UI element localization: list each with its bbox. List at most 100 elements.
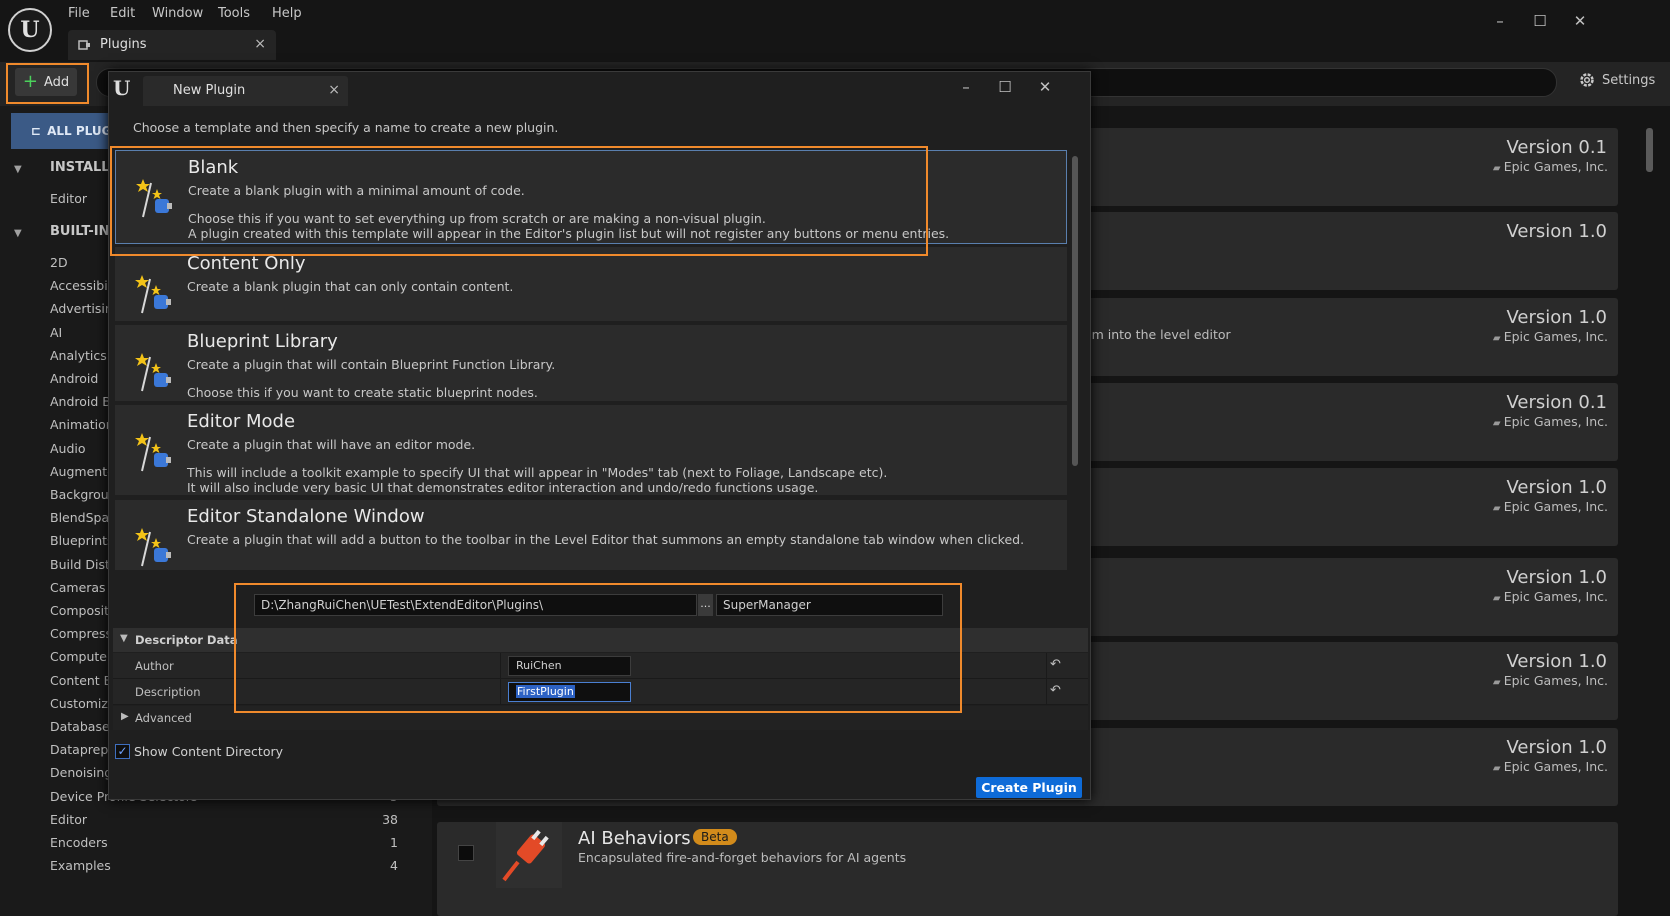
enable-checkbox[interactable] xyxy=(458,845,474,861)
sidebar-item[interactable]: Database xyxy=(50,719,110,734)
all-plugins-label: ALL PLUG xyxy=(47,124,112,138)
add-highlight-box xyxy=(6,63,89,104)
plugin-icon-box xyxy=(496,822,562,888)
template-description-line xyxy=(187,452,887,465)
plugin-version: Version 1.0 xyxy=(1506,651,1607,672)
sidebar-item[interactable]: Customiza xyxy=(50,696,116,711)
plugin-vendor: Epic Games, Inc. xyxy=(1440,759,1608,774)
menu-help[interactable]: Help xyxy=(272,6,302,21)
menu-window[interactable]: Window xyxy=(152,6,203,21)
plug-icon: ⊏ xyxy=(31,124,42,138)
plugin-description: Encapsulated fire-and-forget behaviors f… xyxy=(578,850,907,865)
reset-to-default-icon[interactable]: ↶ xyxy=(1050,657,1068,672)
plug-icon xyxy=(78,40,90,50)
sidebar-item[interactable]: Build Distr xyxy=(50,557,115,572)
menu-tools[interactable]: Tools xyxy=(218,6,250,21)
show-content-directory-checkbox[interactable]: ✓ xyxy=(115,744,130,759)
author-label: Author xyxy=(135,659,174,673)
plugin-vendor: Epic Games, Inc. xyxy=(1440,589,1608,604)
blank-highlight-box xyxy=(110,146,928,256)
tab-new-plugin[interactable]: New Plugin × xyxy=(143,76,348,106)
plugin-wand-icon xyxy=(135,275,171,314)
close-tab-icon[interactable]: × xyxy=(328,82,340,98)
close-tab-icon[interactable]: × xyxy=(254,36,266,52)
sidebar-item[interactable]: Dataprep xyxy=(50,742,108,757)
sidebar-item-count: 4 xyxy=(390,858,398,874)
template-title: Editor Mode xyxy=(187,411,296,432)
template-description-line: Create a plugin that will contain Bluepr… xyxy=(187,357,556,372)
collapse-arrow-icon[interactable]: ▼ xyxy=(14,228,22,239)
tab-plugins[interactable]: Plugins × xyxy=(68,30,276,60)
plug-icon xyxy=(502,829,549,882)
sidebar-item[interactable]: Denoising xyxy=(50,765,112,780)
sidebar-item[interactable]: Computer xyxy=(50,649,112,664)
template-description-line: Create a plugin that will add a button t… xyxy=(187,532,1025,547)
template-blueprint-library[interactable]: Blueprint Library Create a plugin that wi… xyxy=(115,325,1067,401)
description-label: Description xyxy=(135,685,201,699)
sidebar-item[interactable]: Android xyxy=(50,371,98,386)
sidebar-item[interactable]: Blueprints xyxy=(50,533,114,548)
dialog-close-button[interactable]: ✕ xyxy=(1031,76,1059,98)
plugin-vendor: Epic Games, Inc. xyxy=(1440,329,1608,344)
sidebar-item[interactable]: Compress xyxy=(50,626,112,641)
sidebar-item[interactable]: AI xyxy=(50,325,62,340)
sidebar-item[interactable]: Advertisin xyxy=(50,301,113,316)
template-description-line: It will also include very basic UI that … xyxy=(187,480,819,495)
sidebar-item[interactable]: Editor xyxy=(50,812,87,827)
sidebar-item-count: 38 xyxy=(382,811,398,827)
plugin-list-scrollbar[interactable] xyxy=(1646,128,1653,172)
sidebar-item[interactable]: Audio xyxy=(50,441,86,456)
plugin-version: Version 1.0 xyxy=(1506,307,1607,328)
sidebar-item[interactable]: Animation xyxy=(50,417,114,432)
plugin-wand-icon xyxy=(135,353,171,392)
template-editor-mode[interactable]: Editor Mode Create a plugin that will hav… xyxy=(115,405,1067,495)
sidebar-item-editor-installed[interactable]: Editor xyxy=(50,191,87,206)
plugin-vendor: Epic Games, Inc. xyxy=(1440,673,1608,688)
tab-label: Plugins xyxy=(100,37,147,52)
template-scrollbar[interactable] xyxy=(1072,156,1078,466)
template-description-line: Choose this if you want to create static… xyxy=(187,385,538,400)
sidebar-item[interactable]: Cameras xyxy=(50,580,106,595)
path-highlight-box xyxy=(234,583,962,713)
close-window-button[interactable]: ✕ xyxy=(1566,10,1594,32)
gear-icon xyxy=(1580,73,1594,87)
section-built-in[interactable]: BUILT-IN xyxy=(50,224,110,239)
dialog-intro-text: Choose a template and then specify a nam… xyxy=(133,120,559,135)
minimize-button[interactable]: – xyxy=(1486,10,1514,32)
sidebar-item[interactable]: Analytics xyxy=(50,348,107,363)
dialog-maximize-button[interactable]: ☐ xyxy=(991,76,1019,98)
maximize-button[interactable]: ☐ xyxy=(1526,10,1554,32)
menu-file[interactable]: File xyxy=(68,6,90,21)
template-title: Editor Standalone Window xyxy=(187,506,425,527)
plugin-wand-icon xyxy=(135,433,171,472)
template-content-only[interactable]: Content Only Create a blank plugin that c… xyxy=(115,247,1067,321)
sidebar-item[interactable]: BlendSpac xyxy=(50,510,116,525)
sidebar-item[interactable]: Augmente xyxy=(50,464,115,479)
template-editor-standalone-window[interactable]: Editor Standalone Window Create a plugin … xyxy=(115,500,1067,570)
template-description-line xyxy=(187,372,555,385)
dialog-minimize-button[interactable]: – xyxy=(952,76,980,98)
plugin-version: Version 0.1 xyxy=(1506,392,1607,413)
descriptor-data-label: Descriptor Data xyxy=(135,633,238,647)
plugin-version: Version 1.0 xyxy=(1506,567,1607,588)
sidebar-item[interactable]: Backgrour xyxy=(50,487,114,502)
menu-edit[interactable]: Edit xyxy=(110,6,135,21)
reset-to-default-icon[interactable]: ↶ xyxy=(1050,683,1068,698)
template-description-line: Create a plugin that will have an editor… xyxy=(187,437,476,452)
plugin-version: Version 1.0 xyxy=(1506,477,1607,498)
plugin-version: Version 1.0 xyxy=(1506,737,1607,758)
sidebar-item[interactable]: Encoders xyxy=(50,835,108,850)
collapse-arrow-icon[interactable]: ▼ xyxy=(14,164,22,175)
create-plugin-button[interactable]: Create Plugin xyxy=(976,777,1082,798)
sidebar-item[interactable]: Compositi xyxy=(50,603,113,618)
plugin-vendor: Epic Games, Inc. xyxy=(1440,499,1608,514)
sidebar-item[interactable]: Accessibi xyxy=(50,278,108,293)
plugin-vendor: Epic Games, Inc. xyxy=(1440,159,1608,174)
sidebar-item[interactable]: 2D xyxy=(50,255,68,270)
template-description: Create a plugin that will have an editor… xyxy=(187,437,887,495)
settings-label: Settings xyxy=(1602,72,1656,88)
template-description: Create a blank plugin that can only cont… xyxy=(187,279,513,294)
unreal-logo-icon[interactable]: U xyxy=(8,8,52,52)
settings-button[interactable]: Settings xyxy=(1578,71,1655,89)
sidebar-item[interactable]: Examples xyxy=(50,858,111,873)
